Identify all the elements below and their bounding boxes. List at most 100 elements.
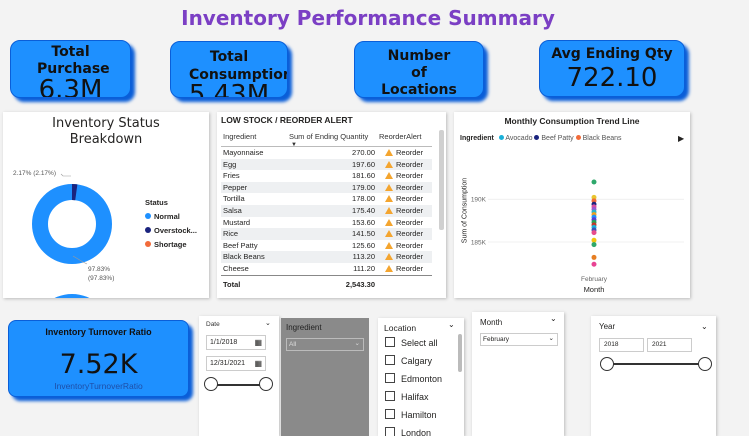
start-date-input[interactable]: 1/1/2018 ▦ [206,335,266,350]
table-row[interactable]: Tortilla 178.00 Reorder [221,193,432,205]
table-row[interactable]: Fries 181.60 Reorder [221,170,432,182]
year-slicer[interactable]: Year ⌄ 2018 2021 [591,316,716,436]
alert-text: Reorder [396,252,424,262]
alert-text: Reorder [396,229,424,239]
cell-ingredient: Tortilla [223,194,245,204]
dropdown-value: All [289,341,297,348]
chevron-down-icon[interactable]: ⌄ [448,320,455,329]
cell-ingredient: Mayonnaise [223,148,264,157]
legend-item-overstock[interactable]: Overstock... [145,224,197,238]
cell-quantity: 197.60 [287,158,377,171]
year-end-input[interactable]: 2021 [647,338,692,352]
year-range-start-handle[interactable] [600,357,614,371]
warning-icon [385,206,393,214]
ingredient-dropdown[interactable]: All ⌄ [286,338,364,351]
month-slicer[interactable]: Month ⌄ February ⌄ [472,312,564,436]
legend-title: Status [145,198,168,207]
table-row[interactable]: Egg 197.60 Reorder [221,158,432,171]
location-label: Halifax [401,392,429,402]
table-row[interactable]: Mustard 153.60 Reorder [221,217,432,229]
date-range-start-handle[interactable] [204,377,218,391]
ingredient-slicer[interactable]: Ingredient All ⌄ [281,318,369,436]
table-total-row: Total 2,543.30 [221,274,432,291]
dropdown-value: February [483,336,510,343]
cell-alert: Reorder [377,263,432,275]
cell-ingredient: Egg [221,158,287,171]
monthly-trend-panel[interactable]: Monthly Consumption Trend Line Ingredien… [454,112,690,298]
kpi-label: Total Purchase [37,44,110,77]
checkbox[interactable] [385,355,395,365]
kpi-number-of-locations[interactable]: Number of Locations 17 [354,41,484,98]
location-slicer[interactable]: Location ⌄ Select all Calgary Edmonton Hali… [378,318,464,436]
cell-ingredient: Salsa [221,204,287,217]
legend-item-normal[interactable]: Normal [145,210,197,224]
table-row[interactable]: Beef Patty 125.60 Reorder [221,240,432,252]
table-row[interactable]: Salsa 175.40 Reorder [221,204,432,217]
location-scrollbar[interactable] [458,334,462,372]
col-header-ingredient[interactable]: Ingredient [221,129,287,147]
checkbox[interactable] [385,373,395,383]
chevron-down-icon[interactable]: ⌄ [550,314,557,323]
checkbox[interactable] [385,391,395,401]
cell-alert: Reorder [377,240,432,252]
checkbox[interactable] [385,337,395,347]
checkbox[interactable] [385,427,395,436]
table-header-row: Ingredient Sum of Ending Quantity ▼ Reord… [221,129,432,148]
cell-ingredient: Fries [223,171,240,181]
end-date-input[interactable]: 12/31/2021 ▦ [206,356,266,371]
data-point[interactable] [591,242,597,248]
data-point[interactable] [591,254,597,260]
cell-quantity: 181.60 [352,171,375,181]
year-start-value: 2018 [604,341,619,348]
year-start-input[interactable]: 2018 [599,338,644,352]
kpi-label: Number of Locations [381,48,457,98]
table-row[interactable]: Pepper 179.00 Reorder [221,181,432,194]
cell-alert: Reorder [377,170,432,182]
date-slicer[interactable]: Date ⌄ 1/1/2018 ▦ 12/31/2021 ▦ [199,316,279,436]
location-option[interactable]: London [382,424,458,436]
inventory-status-panel[interactable]: Inventory Status Breakdown 2.17% (2.17%)… [3,112,209,298]
chevron-down-icon[interactable]: ⌄ [701,322,708,331]
table-row[interactable]: Rice 141.50 Reorder [221,228,432,240]
year-range-track[interactable] [605,363,705,365]
calendar-icon[interactable]: ▦ [254,336,262,349]
calendar-icon[interactable]: ▦ [254,357,262,370]
year-end-value: 2021 [652,341,667,348]
table-row[interactable]: Black Beans 113.20 Reorder [221,251,432,263]
date-range-end-handle[interactable] [259,377,273,391]
data-point[interactable] [591,179,597,185]
table-row[interactable]: Cheese 111.20 Reorder [221,263,432,275]
alert-text: Reorder [396,217,424,227]
start-date-value: 1/1/2018 [210,339,238,346]
table-row[interactable]: Mayonnaise 270.00 Reorder [221,147,432,159]
location-option[interactable]: Calgary [382,352,458,370]
donut-label-small: 2.17% (2.17%) [13,170,56,177]
kpi-total-purchase[interactable]: Total Purchase 6.3M [10,40,131,98]
location-option[interactable]: Select all [382,334,458,352]
donut-label-large: 97.83% [88,266,111,273]
table-scrollbar[interactable] [439,130,444,230]
location-option[interactable]: Hamilton [382,406,458,424]
cell-alert: Reorder [377,147,432,159]
year-range-end-handle[interactable] [698,357,712,371]
data-point[interactable] [591,230,597,236]
checkbox[interactable] [385,409,395,419]
location-option[interactable]: Halifax [382,388,458,406]
chevron-down-icon[interactable]: ⌄ [265,319,271,327]
month-dropdown[interactable]: February ⌄ [480,333,558,346]
legend-item-shortage[interactable]: Shortage [145,238,197,252]
col-header-quantity[interactable]: Sum of Ending Quantity ▼ [287,129,377,148]
status-legend: Status Normal Overstock... Shortage [145,196,197,252]
cell-quantity: 175.40 [287,204,377,217]
data-point[interactable] [591,261,597,267]
kpi-total-consumption[interactable]: Total Consumption 5.43M [170,41,288,98]
location-option[interactable]: Edmonton [382,370,458,388]
reorder-table-body: Mayonnaise 270.00 Reorder Egg 197.60 Reorder F… [221,147,432,276]
reorder-alert-panel[interactable]: LOW STOCK / REORDER ALERT Ingredient Sum… [217,112,446,298]
kpi-avg-ending-qty[interactable]: Avg Ending Qty 722.10 [539,40,685,97]
kpi-inventory-turnover[interactable]: Inventory Turnover Ratio 7.52K Inventory… [8,320,189,397]
warning-icon [385,183,393,191]
legend-dot [145,213,151,219]
data-point[interactable] [591,237,597,243]
col-header-alert[interactable]: ReorderAlert [377,129,432,147]
